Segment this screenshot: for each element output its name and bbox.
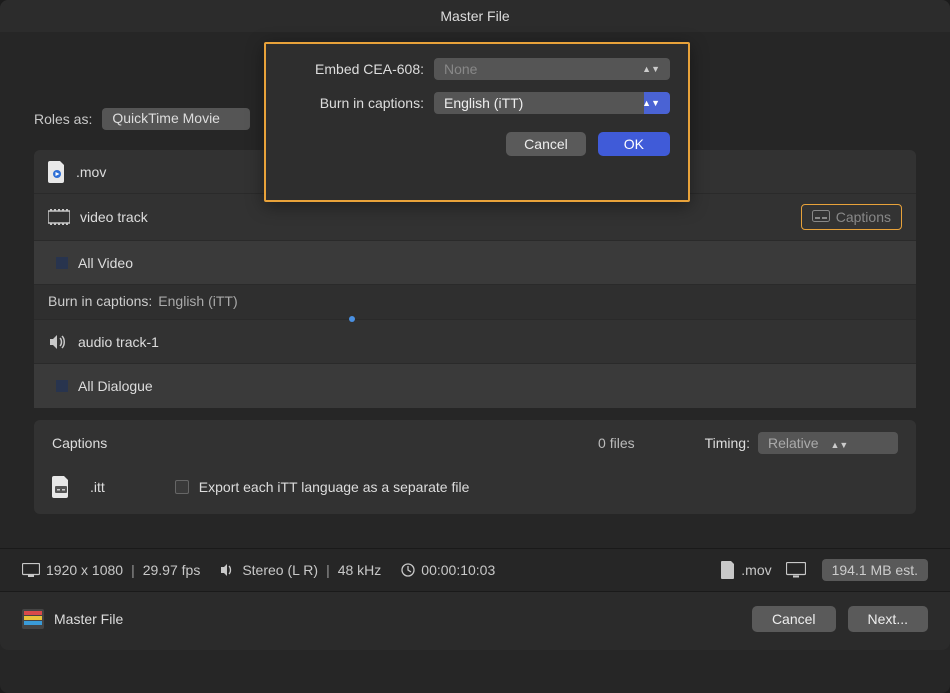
embed-cea-select[interactable]: None ▲▼ <box>434 58 670 80</box>
speaker-small-icon <box>220 563 236 577</box>
window-title: Master File <box>0 0 950 32</box>
timing-label: Timing: <box>705 435 750 451</box>
chevron-up-down-icon: ▲▼ <box>642 100 660 106</box>
burn-captions-value: English (iTT) <box>444 95 523 111</box>
speaker-icon <box>48 334 68 350</box>
captions-panel: Captions 0 files Timing: Relative ▲▼ .it… <box>34 420 916 514</box>
all-video-checkbox[interactable] <box>56 257 68 269</box>
file-ext-label: .mov <box>76 164 106 180</box>
footer-bar: Master File Cancel Next... <box>0 591 950 650</box>
captions-heading: Captions <box>52 435 107 451</box>
popover-ok-button[interactable]: OK <box>598 132 670 156</box>
timing-select[interactable]: Relative ▲▼ <box>758 432 898 454</box>
burn-in-value: English (iTT) <box>158 293 237 309</box>
captions-popover: Embed CEA-608: None ▲▼ Burn in captions:… <box>264 42 690 202</box>
burn-captions-label: Burn in captions: <box>284 95 434 111</box>
clock-icon <box>401 563 415 577</box>
size-estimate: 194.1 MB est. <box>822 559 928 581</box>
itt-file-icon <box>52 476 70 498</box>
captions-file-count: 0 files <box>598 435 635 451</box>
burn-in-row: Burn in captions: English (iTT) <box>34 285 916 320</box>
display-icon <box>786 562 806 578</box>
resolution-label: 1920 x 1080 <box>46 562 123 578</box>
all-video-label: All Video <box>78 255 133 271</box>
output-ext-label: .mov <box>741 562 771 578</box>
video-track-label: video track <box>80 209 148 225</box>
export-each-checkbox[interactable] <box>175 480 189 494</box>
audio-track-row: audio track-1 <box>34 320 916 364</box>
fps-label: 29.97 fps <box>143 562 201 578</box>
khz-label: 48 kHz <box>338 562 382 578</box>
roles-select[interactable]: QuickTime Movie <box>102 108 250 130</box>
roles-select-value: QuickTime Movie <box>112 110 220 126</box>
popover-cancel-button[interactable]: Cancel <box>506 132 586 156</box>
burn-captions-select[interactable]: English (iTT) ▲▼ <box>434 92 670 114</box>
duration-label: 00:00:10:03 <box>421 562 495 578</box>
monitor-icon <box>22 563 40 577</box>
footer-cancel-button[interactable]: Cancel <box>752 606 836 632</box>
all-dialogue-checkbox[interactable] <box>56 380 68 392</box>
timing-select-value: Relative <box>768 435 819 451</box>
master-file-icon <box>22 608 44 630</box>
playhead-dot-icon <box>349 316 355 322</box>
audio-track-label: audio track-1 <box>78 334 159 350</box>
roles-label: Roles as: <box>34 111 92 127</box>
embed-cea-label: Embed CEA-608: <box>284 61 434 77</box>
all-dialogue-row[interactable]: All Dialogue <box>34 364 916 408</box>
chevron-up-down-icon: ▲▼ <box>642 66 660 72</box>
embed-cea-value: None <box>444 61 477 77</box>
captions-button[interactable]: Captions <box>801 204 902 230</box>
audio-label: Stereo (L R) <box>242 562 318 578</box>
captions-icon <box>812 210 830 224</box>
captions-button-label: Captions <box>836 209 891 225</box>
burn-in-label: Burn in captions: <box>48 293 152 309</box>
footer-next-button[interactable]: Next... <box>848 606 928 632</box>
itt-file-ext: .itt <box>90 479 105 495</box>
export-each-label: Export each iTT language as a separate f… <box>199 479 470 495</box>
status-bar: 1920 x 1080 | 29.97 fps Stereo (L R) | 4… <box>0 548 950 591</box>
footer-title: Master File <box>54 611 123 627</box>
all-dialogue-label: All Dialogue <box>78 378 153 394</box>
document-icon <box>721 561 735 579</box>
chevron-up-down-icon: ▲▼ <box>830 442 848 448</box>
all-video-row[interactable]: All Video <box>34 241 916 285</box>
filmstrip-icon <box>48 209 70 225</box>
movie-file-icon <box>48 161 66 183</box>
